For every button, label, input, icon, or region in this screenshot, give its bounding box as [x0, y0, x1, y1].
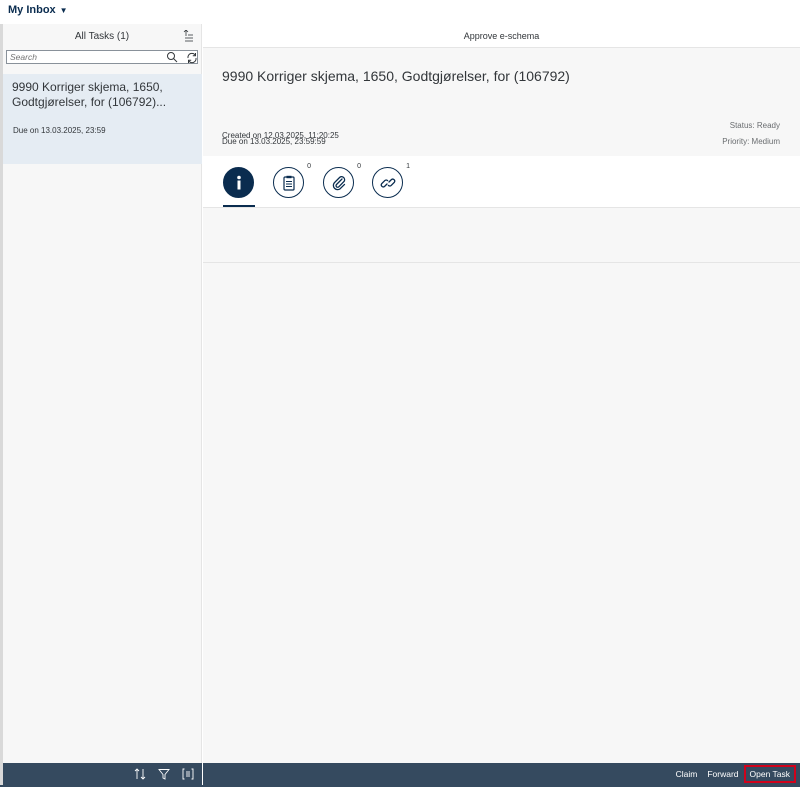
- master-header: All Tasks (1): [3, 24, 201, 48]
- filter-icon[interactable]: [158, 768, 170, 780]
- group-list-icon[interactable]: [182, 768, 194, 780]
- icon-tab-bar: 0 0 1: [203, 156, 800, 208]
- forward-button[interactable]: Forward: [702, 766, 743, 782]
- detail-footer-toolbar: Claim Forward Open Task: [203, 763, 800, 785]
- detail-panel: Approve e-schema 9990 Korriger skjema, 1…: [203, 24, 800, 763]
- task-title: 9990 Korriger skjema, 1650, Godtgjørelse…: [12, 80, 167, 109]
- app-title-menu[interactable]: My Inbox ▼: [8, 4, 68, 16]
- priority-text: Priority: Medium: [722, 137, 780, 146]
- tab-info[interactable]: [223, 167, 255, 199]
- status-text: Status: Ready: [729, 121, 780, 130]
- master-panel: All Tasks (1) 9990 Korriger skjema, 1650…: [3, 24, 202, 763]
- link-icon: [372, 167, 403, 198]
- tab-attachments[interactable]: 0: [323, 163, 361, 199]
- search-input[interactable]: [7, 51, 157, 63]
- search-icon[interactable]: [166, 51, 178, 63]
- claim-button[interactable]: Claim: [671, 766, 703, 782]
- attachments-count: 0: [357, 163, 361, 170]
- search-field: [6, 50, 198, 64]
- detail-created-date: Created on 12.03.2025, 11:20:25: [222, 131, 339, 140]
- master-title: All Tasks (1): [74, 30, 130, 42]
- links-count: 1: [406, 163, 410, 170]
- info-icon: [223, 167, 254, 198]
- task-detail-title: 9990 Korriger skjema, 1650, Godtgjørelse…: [222, 68, 570, 84]
- shell-bar: My Inbox ▼: [0, 0, 800, 20]
- app-title: My Inbox: [8, 4, 56, 16]
- notes-icon: [273, 167, 304, 198]
- tab-related-links[interactable]: 1: [372, 163, 410, 199]
- active-tab-indicator: [223, 205, 255, 207]
- tab-content-area: [203, 208, 800, 263]
- attachment-icon: [323, 167, 354, 198]
- sort-icon[interactable]: [134, 768, 146, 780]
- detail-topbar-title: Approve e-schema: [463, 30, 540, 41]
- tab-notes[interactable]: 0: [273, 163, 311, 199]
- task-due-date: Due on 13.03.2025, 23:59: [13, 126, 106, 135]
- notes-count: 0: [307, 163, 311, 170]
- open-task-button[interactable]: Open Task: [743, 765, 796, 783]
- task-list-item[interactable]: 9990 Korriger skjema, 1650, Godtgjørelse…: [3, 74, 202, 164]
- sort-list-icon[interactable]: [183, 30, 193, 42]
- master-footer-toolbar: [3, 763, 202, 785]
- caret-down-icon: ▼: [59, 5, 68, 15]
- detail-topbar: Approve e-schema: [203, 24, 800, 48]
- refresh-icon[interactable]: [186, 52, 198, 64]
